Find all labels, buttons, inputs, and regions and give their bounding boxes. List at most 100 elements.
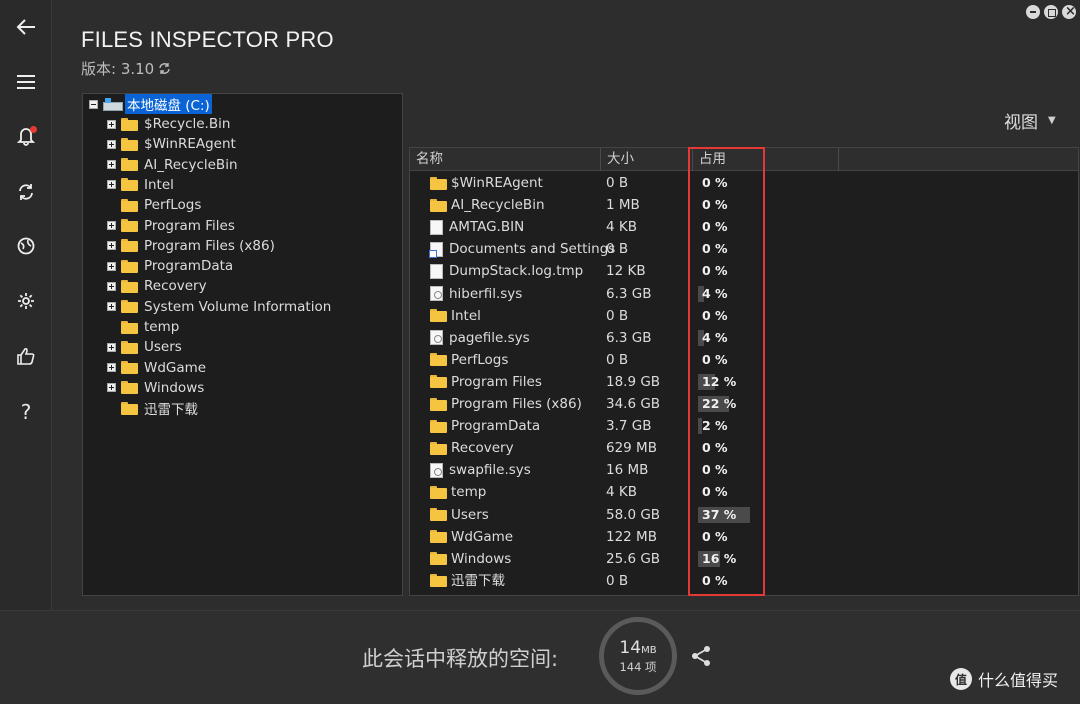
row-name: Intel [451, 307, 481, 324]
close-button[interactable] [1062, 5, 1076, 19]
minimize-button[interactable] [1026, 5, 1040, 19]
expand-icon[interactable] [107, 363, 116, 373]
column-header-usage[interactable]: 占用 [693, 148, 839, 171]
freed-space-label: 此会话中释放的空间: [362, 647, 559, 671]
table-row[interactable]: AI_RecycleBin 1 MB 0 % [410, 194, 1078, 216]
usage-percent: 0 % [702, 307, 728, 323]
tree-item[interactable]: ProgramData [107, 256, 233, 276]
row-name: Windows [451, 550, 512, 567]
cell-usage: 0 % [698, 260, 758, 282]
table-row[interactable]: ProgramData 3.7 GB 2 % [410, 415, 1078, 437]
gear-icon[interactable] [0, 283, 52, 319]
usage-percent: 0 % [702, 462, 728, 478]
table-row[interactable]: Users 58.0 GB 37 % [410, 504, 1078, 526]
table-row[interactable]: WdGame 122 MB 0 % [410, 526, 1078, 548]
version-text: 版本: 3.10 [81, 60, 155, 78]
back-arrow-icon[interactable] [0, 9, 52, 45]
file-list[interactable]: 名称 大小 占用 $WinREAgent 0 B 0 % AI_RecycleBin 1… [409, 147, 1079, 596]
bell-icon[interactable] [0, 118, 52, 154]
row-size: 34.6 GB [606, 396, 661, 412]
row-size: 0 B [606, 307, 629, 324]
expand-icon[interactable] [107, 281, 116, 291]
table-row[interactable]: Program Files (x86) 34.6 GB 22 % [410, 393, 1078, 415]
tree-item[interactable]: Intel [107, 175, 174, 195]
row-size: 0 B [606, 351, 629, 368]
folder-icon [121, 340, 138, 354]
table-row[interactable]: AMTAG.BIN 4 KB 0 % [410, 216, 1078, 238]
table-row[interactable]: temp 4 KB 0 % [410, 481, 1078, 503]
tree-item[interactable]: System Volume Information [107, 297, 331, 317]
tree-item-label: Program Files [144, 217, 235, 234]
table-row[interactable]: hiberfil.sys 6.3 GB 4 % [410, 283, 1078, 305]
table-row[interactable]: Recovery 629 MB 0 % [410, 437, 1078, 459]
expand-icon[interactable] [107, 221, 116, 230]
cell-name: Users [430, 504, 489, 526]
table-row[interactable]: PerfLogs 0 B 0 % [410, 349, 1078, 371]
cell-name: Program Files [430, 371, 542, 393]
help-icon[interactable]: ? [0, 394, 52, 430]
thumbs-up-icon[interactable] [0, 338, 52, 374]
view-dropdown[interactable]: 视图 ▼ [1004, 108, 1056, 133]
tree-item[interactable]: PerfLogs [107, 195, 201, 215]
menu-icon[interactable] [0, 64, 52, 100]
system-file-icon [430, 462, 443, 478]
tree-item[interactable]: WdGame [107, 358, 206, 378]
table-row[interactable]: 迅雷下载 0 B 0 % [410, 570, 1078, 592]
tree-item[interactable]: AI_RecycleBin [107, 155, 238, 175]
cell-name: 迅雷下载 [430, 570, 505, 592]
table-row[interactable]: Documents and Settings 0 B 0 % [410, 238, 1078, 260]
freed-unit: MB [641, 644, 657, 656]
table-row[interactable]: DumpStack.log.tmp 12 KB 0 % [410, 260, 1078, 282]
watermark: 值 什么值得买 [950, 667, 1058, 691]
share-icon[interactable] [690, 645, 712, 667]
table-row[interactable]: swapfile.sys 16 MB 0 % [410, 459, 1078, 481]
refresh-icon[interactable] [0, 174, 52, 210]
expand-icon[interactable] [107, 180, 116, 190]
row-size: 4 KB [606, 219, 637, 236]
row-name: AMTAG.BIN [449, 219, 525, 236]
tree-item[interactable]: Program Files (x86) [107, 236, 275, 256]
tree-item[interactable]: 迅雷下载 [107, 398, 198, 418]
usage-percent: 22 % [702, 396, 737, 411]
expand-icon[interactable] [107, 383, 116, 393]
expand-icon[interactable] [107, 342, 116, 352]
view-label: 视图 [1004, 113, 1038, 133]
expand-icon[interactable] [107, 261, 116, 271]
column-header-name[interactable]: 名称 [410, 148, 601, 171]
expand-icon[interactable] [107, 119, 116, 129]
table-row[interactable]: pagefile.sys 6.3 GB 4 % [410, 327, 1078, 349]
table-row[interactable]: $WinREAgent 0 B 0 % [410, 172, 1078, 194]
expand-icon[interactable] [107, 302, 116, 312]
notification-badge [30, 126, 37, 133]
usage-percent: 0 % [702, 351, 728, 367]
expand-icon[interactable] [107, 160, 116, 170]
tree-item-label: $WinREAgent [144, 136, 236, 153]
column-header-size[interactable]: 大小 [601, 148, 693, 171]
tree-item-label: Recovery [144, 278, 207, 295]
folder-tree[interactable]: 本地磁盘 (C:) $Recycle.Bin $WinREAgent AI_Recy… [82, 93, 403, 596]
row-size: 6.3 GB [606, 285, 652, 302]
row-name: PerfLogs [451, 351, 509, 368]
tree-item[interactable]: Recovery [107, 276, 207, 296]
cell-name: swapfile.sys [430, 459, 531, 481]
table-row[interactable]: Intel 0 B 0 % [410, 305, 1078, 327]
collapse-icon[interactable] [89, 99, 98, 109]
expand-icon[interactable] [107, 139, 116, 149]
globe-icon[interactable] [0, 228, 52, 264]
tree-item[interactable]: Windows [107, 378, 204, 398]
tree-item[interactable]: $WinREAgent [107, 134, 236, 154]
tree-root[interactable]: 本地磁盘 (C:) [89, 94, 212, 114]
row-size: 0 B [606, 572, 629, 589]
table-row[interactable]: Windows 25.6 GB 16 % [410, 548, 1078, 570]
row-size: 122 MB [606, 528, 657, 545]
maximize-button[interactable] [1044, 5, 1058, 19]
sync-icon[interactable] [158, 62, 171, 75]
folder-icon [121, 137, 138, 151]
tree-item[interactable]: $Recycle.Bin [107, 114, 230, 134]
tree-item[interactable]: temp [107, 317, 179, 337]
tree-item[interactable]: Program Files [107, 216, 235, 236]
app-title: FILES INSPECTOR PRO [81, 27, 334, 52]
tree-item[interactable]: Users [107, 337, 182, 357]
table-row[interactable]: Program Files 18.9 GB 12 % [410, 371, 1078, 393]
expand-icon[interactable] [107, 241, 116, 251]
